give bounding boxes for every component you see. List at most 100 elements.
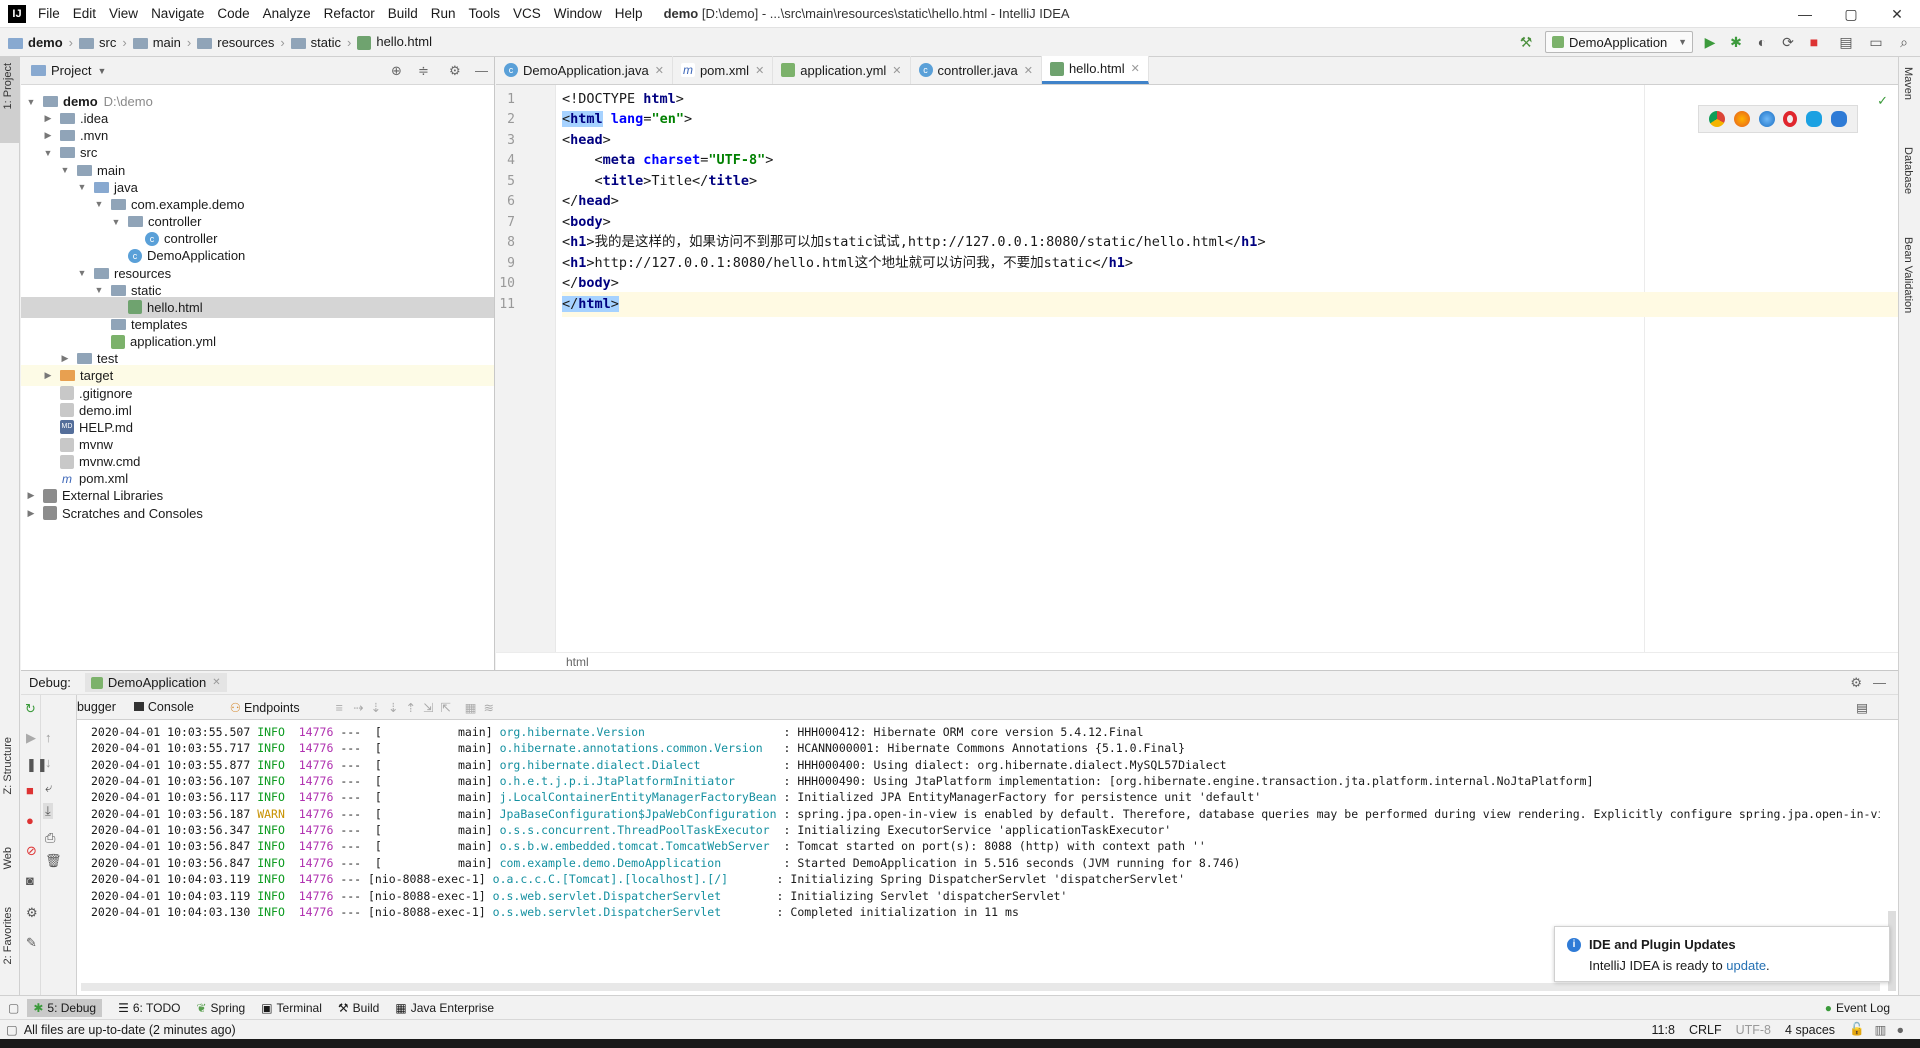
mute-breakpoints-icon[interactable]: ⊘ <box>26 843 37 859</box>
editor-tab[interactable]: hello.html ✕ <box>1041 56 1149 84</box>
close-window-button[interactable]: ✕ <box>1874 0 1920 28</box>
line-separator[interactable]: CRLF <box>1689 1023 1722 1037</box>
tool-tab-terminal[interactable]: ▣ Terminal <box>261 1001 322 1015</box>
chevron-down-icon[interactable]: ▼ <box>97 66 106 76</box>
breadcrumb-item[interactable]: static <box>290 35 341 50</box>
resume-icon[interactable]: ▶ <box>26 730 36 746</box>
debug-session-tab[interactable]: DemoApplication ✕ <box>84 673 227 692</box>
editor-tab[interactable]: c DemoApplication.java ✕ <box>496 56 673 84</box>
tool-windows-icon[interactable]: ▢ <box>8 1001 19 1015</box>
expanded-arrow-icon[interactable]: ▼ <box>110 217 122 227</box>
indent-setting[interactable]: 4 spaces <box>1785 1023 1835 1037</box>
inspection-ok-icon[interactable]: ✓ <box>1877 93 1888 109</box>
tab-console[interactable]: Console <box>133 700 212 714</box>
breadcrumb-item[interactable]: demo <box>8 35 63 50</box>
collapsed-arrow-icon[interactable]: ▶ <box>42 370 54 381</box>
horizontal-scrollbar[interactable] <box>81 983 1880 991</box>
expanded-arrow-icon[interactable]: ▼ <box>76 182 88 192</box>
stop-icon[interactable]: ■ <box>1804 32 1824 52</box>
tool-tab-build[interactable]: ⚒ Build <box>338 1001 379 1015</box>
opera-icon[interactable] <box>1783 111 1798 127</box>
menu-run[interactable]: Run <box>431 6 456 21</box>
tool-tab-web[interactable]: Web <box>2 847 14 869</box>
tab-endpoints[interactable]: ⚇ Endpoints <box>230 700 318 715</box>
scroll-up-icon[interactable]: ↑ <box>45 730 52 745</box>
menu-navigate[interactable]: Navigate <box>151 6 204 21</box>
project-panel-title[interactable]: Project <box>51 63 91 78</box>
breadcrumb-item[interactable]: src <box>79 35 116 50</box>
collapse-all-icon[interactable]: ≑ <box>418 63 429 79</box>
tool-tab-java-enterprise[interactable]: ▦ Java Enterprise <box>395 1001 494 1015</box>
menu-window[interactable]: Window <box>554 6 602 21</box>
clear-all-icon[interactable]: 🗑 <box>45 853 62 869</box>
close-tab-icon[interactable]: ✕ <box>1131 62 1140 75</box>
breadcrumb-item[interactable]: main <box>132 35 181 50</box>
menu-build[interactable]: Build <box>388 6 418 21</box>
expanded-arrow-icon[interactable]: ▼ <box>93 199 105 209</box>
maximize-button[interactable]: ▢ <box>1828 0 1874 28</box>
editor-tab[interactable]: m pom.xml ✕ <box>673 56 774 84</box>
project-structure-icon[interactable]: ▤ <box>1836 32 1856 52</box>
close-tab-icon[interactable]: ✕ <box>655 64 664 77</box>
collapsed-arrow-icon[interactable]: ▶ <box>59 353 71 364</box>
file-encoding[interactable]: UTF-8 <box>1736 1023 1771 1037</box>
collapsed-arrow-icon[interactable]: ▶ <box>25 490 37 501</box>
layout-icon[interactable]: ▤ <box>1856 700 1868 715</box>
run-icon[interactable]: ▶ <box>1700 32 1720 52</box>
edge-icon[interactable] <box>1830 111 1847 127</box>
tool-tab-spring[interactable]: ❦ Spring <box>196 1001 245 1015</box>
build-hammer-icon[interactable]: ⚒ <box>1516 32 1536 52</box>
menu-file[interactable]: File <box>38 6 60 21</box>
status-toggle-icon[interactable]: ▢ <box>6 1022 18 1037</box>
chrome-icon[interactable] <box>1709 111 1726 127</box>
tool-tab-maven[interactable]: Maven <box>1902 67 1914 100</box>
firefox-icon[interactable] <box>1733 111 1750 127</box>
caret-position[interactable]: 11:8 <box>1652 1023 1675 1037</box>
breadcrumb-item[interactable]: resources <box>197 35 274 50</box>
code-area[interactable]: <!DOCTYPE html> <html lang="en"> <head> <m… <box>562 85 1898 652</box>
tool-tab-structure[interactable]: Z: Structure <box>2 737 14 794</box>
minimize-button[interactable]: — <box>1782 0 1828 28</box>
layout-icon[interactable]: ▭ <box>1866 32 1886 52</box>
settings-icon[interactable]: ⚙ <box>26 905 38 921</box>
menu-help[interactable]: Help <box>615 6 643 21</box>
menu-view[interactable]: View <box>109 6 138 21</box>
close-tab-icon[interactable]: ✕ <box>755 64 764 77</box>
tree-item[interactable]: ▶ Scratches and Consoles <box>21 503 494 524</box>
editor-tab[interactable]: c controller.java ✕ <box>911 56 1042 84</box>
hide-icon[interactable]: — <box>1873 675 1886 690</box>
breadcrumb-item[interactable]: hello.html <box>357 34 432 50</box>
print-icon[interactable]: ⎙ <box>45 830 55 846</box>
search-icon[interactable]: ⌕ <box>1894 32 1914 52</box>
profile-icon[interactable]: ⟳ <box>1778 32 1798 52</box>
soft-wrap-icon[interactable]: ⤶ <box>45 780 52 796</box>
camera-icon[interactable]: ◙ <box>26 873 34 888</box>
collapsed-arrow-icon[interactable]: ▶ <box>25 508 37 519</box>
gear-icon[interactable]: ⚙ <box>1850 675 1862 691</box>
tool-tab-debug[interactable]: ✱ 5: Debug <box>27 998 103 1017</box>
gear-icon[interactable]: ⚙ <box>449 63 461 79</box>
code-line[interactable]: </html> <box>562 291 1898 317</box>
safari-icon[interactable] <box>1758 111 1775 127</box>
expanded-arrow-icon[interactable]: ▼ <box>42 148 54 158</box>
scroll-to-end-icon[interactable]: ⤓ <box>43 803 53 819</box>
menu-tools[interactable]: Tools <box>469 6 501 21</box>
memory-icon[interactable]: ▥ <box>1875 1022 1887 1037</box>
editor-tab[interactable]: application.yml ✕ <box>773 56 911 84</box>
collapsed-arrow-icon[interactable]: ▶ <box>42 113 54 124</box>
close-tab-icon[interactable]: ✕ <box>892 64 901 77</box>
collapsed-arrow-icon[interactable]: ▶ <box>42 130 54 141</box>
expanded-arrow-icon[interactable]: ▼ <box>25 97 37 107</box>
tool-tab-todo[interactable]: ☰ 6: TODO <box>118 1001 180 1015</box>
expanded-arrow-icon[interactable]: ▼ <box>93 285 105 295</box>
pin-icon[interactable]: ✎ <box>26 935 37 951</box>
lock-icon[interactable]: 🔓 <box>1849 1022 1865 1037</box>
expanded-arrow-icon[interactable]: ▼ <box>59 165 71 175</box>
locate-icon[interactable]: ⊕ <box>391 63 402 79</box>
event-log-button[interactable]: ● Event Log <box>1825 1001 1890 1015</box>
menu-edit[interactable]: Edit <box>73 6 96 21</box>
menu-refactor[interactable]: Refactor <box>324 6 375 21</box>
tool-tab-favorites[interactable]: 2: Favorites <box>2 907 14 964</box>
notifications-icon[interactable]: ● <box>1896 1023 1904 1037</box>
menu-vcs[interactable]: VCS <box>513 6 541 21</box>
